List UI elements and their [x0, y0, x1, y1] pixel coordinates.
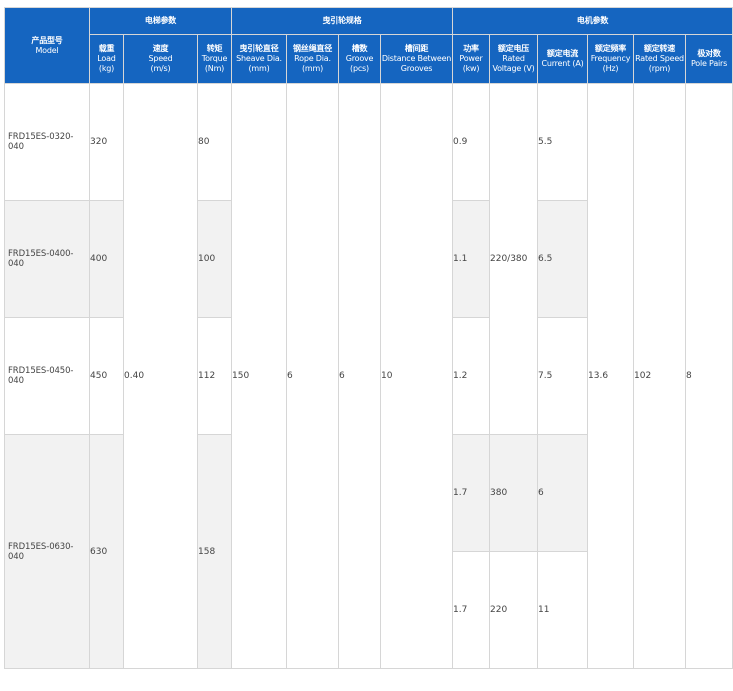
header-voltage: 额定电压 Rated Voltage (V) — [489, 34, 538, 84]
cell-load: 630 — [89, 434, 124, 669]
cell-power: 1.7 — [452, 551, 490, 669]
cell-speed-shared: 0.40 — [123, 83, 198, 669]
cell-groove-shared: 6 — [338, 83, 381, 669]
cell-current: 5.5 — [537, 83, 588, 201]
cell-load: 320 — [89, 83, 124, 201]
header-model: 产品型号 Model — [4, 7, 90, 84]
spec-table: 产品型号 Model 电梯参数 曳引轮规格 电机参数 载重 Load (kg) … — [4, 7, 733, 669]
cell-rope-dia-shared: 6 — [286, 83, 339, 669]
header-pole-pairs: 极对数 Pole Pairs — [684, 34, 733, 84]
cell-frequency-shared: 13.6 — [587, 83, 634, 669]
cell-torque: 100 — [197, 200, 232, 318]
header-current: 额定电流 Current (A) — [537, 34, 588, 84]
cell-voltage-shared: 220/380 — [489, 83, 538, 435]
header-torque: 转矩 Torque (Nm) — [197, 34, 232, 84]
cell-distance-shared: 10 — [380, 83, 453, 669]
header-rated-speed: 额定转速 Rated Speed (rpm) — [633, 34, 686, 84]
cell-model: FRD15ES-0450-040 — [4, 317, 90, 435]
cell-model: FRD15ES-0320-040 — [4, 83, 90, 201]
header-group-sheave: 曳引轮规格 — [231, 7, 453, 35]
cell-sheave-dia-shared: 150 — [231, 83, 287, 669]
header-sheave-dia: 曳引轮直径 Sheave Dia. (mm) — [231, 34, 287, 84]
cell-load: 450 — [89, 317, 124, 435]
header-group-elevator: 电梯参数 — [89, 7, 232, 35]
cell-power: 0.9 — [452, 83, 490, 201]
header-group-motor: 电机参数 — [451, 7, 733, 35]
cell-rated-speed-shared: 102 — [633, 83, 686, 669]
cell-current: 6.5 — [537, 200, 588, 318]
cell-torque: 158 — [197, 434, 232, 669]
header-frequency: 额定频率 Frequency (Hz) — [587, 34, 634, 84]
cell-current: 7.5 — [537, 317, 588, 435]
cell-current: 6 — [537, 434, 588, 552]
cell-voltage: 220 — [489, 551, 538, 669]
header-power: 功率 Power (kw) — [452, 34, 490, 84]
cell-power: 1.1 — [452, 200, 490, 318]
cell-voltage: 380 — [489, 434, 538, 552]
header-rope-dia: 钢丝绳直径 Rope Dia. (mm) — [286, 34, 339, 84]
header-distance: 槽间距 Distance Between Grooves — [380, 34, 453, 84]
cell-torque: 80 — [197, 83, 232, 201]
cell-pole-pairs-shared: 8 — [684, 83, 733, 669]
table-row: FRD15ES-0320-040 320 0.40 80 150 6 6 10 … — [4, 83, 733, 669]
cell-model: FRD15ES-0630-040 — [4, 434, 90, 669]
cell-torque: 112 — [197, 317, 232, 435]
cell-load: 400 — [89, 200, 124, 318]
header-groove: 槽数 Groove (pcs) — [338, 34, 381, 84]
header-speed: 速度 Speed (m/s) — [123, 34, 198, 84]
cell-model: FRD15ES-0400-040 — [4, 200, 90, 318]
header-load: 载重 Load (kg) — [89, 34, 124, 84]
cell-power: 1.2 — [452, 317, 490, 435]
cell-power: 1.7 — [452, 434, 490, 552]
cell-current: 11 — [537, 551, 588, 669]
